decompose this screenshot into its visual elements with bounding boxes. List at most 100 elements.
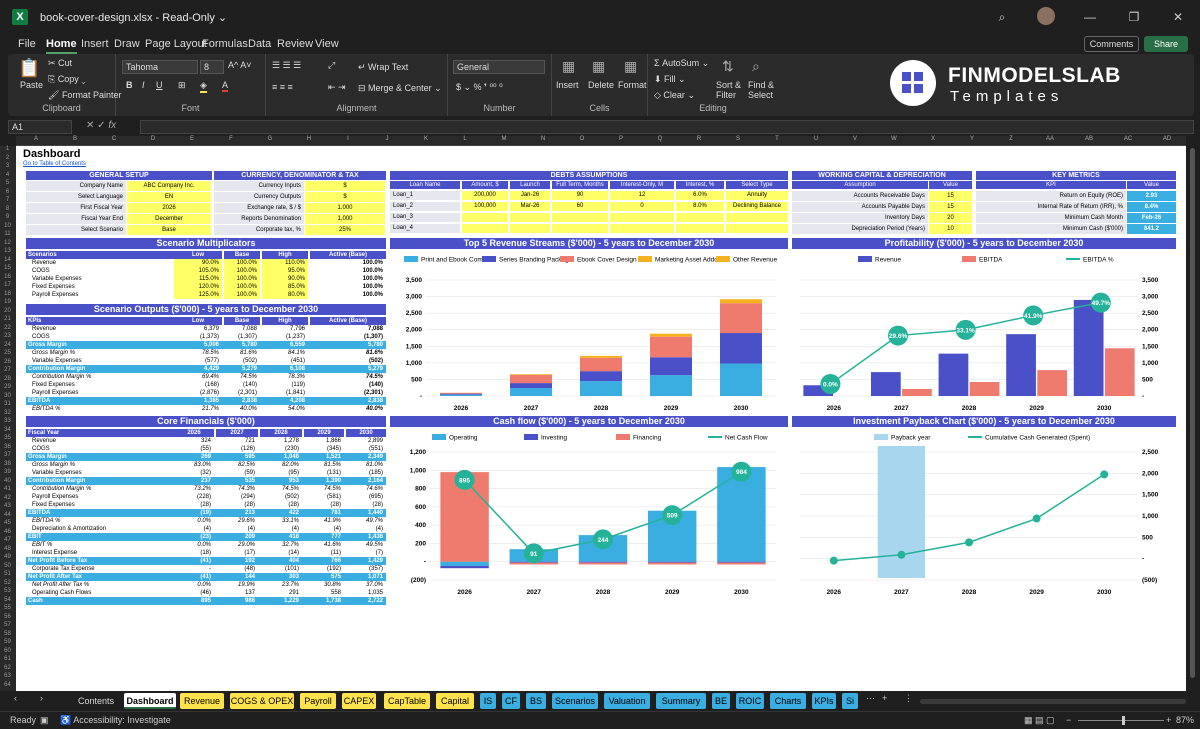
row-header[interactable]: 34 [0, 427, 15, 433]
insert-button[interactable]: Insert [556, 80, 579, 90]
setup-value[interactable]: EN [127, 192, 211, 202]
column-header[interactable]: V [845, 136, 865, 142]
document-title[interactable]: book-cover-design.xlsx - Read-Only ⌄ [40, 11, 227, 24]
comments-button[interactable]: Comments [1084, 36, 1139, 52]
indent-icon[interactable]: ⇤ ⇥ [328, 82, 346, 93]
grow-font-icon[interactable]: A^ A˅ [228, 60, 252, 70]
row-header[interactable]: 18 [0, 291, 15, 297]
column-header[interactable]: U [806, 136, 826, 142]
sheet-tab[interactable]: BE [712, 693, 730, 709]
debts-cell[interactable]: 6.0% [676, 191, 724, 200]
find-select-button[interactable]: Find & Select [748, 80, 778, 100]
row-header[interactable]: 50 [0, 563, 15, 569]
zoom-out-icon[interactable]: − [1066, 715, 1071, 725]
toc-link[interactable]: Go to Table of Contents [23, 161, 86, 167]
tab-file[interactable]: File [18, 38, 36, 50]
debts-cell[interactable] [462, 224, 508, 233]
column-header[interactable]: B [65, 136, 85, 142]
row-header[interactable]: 39 [0, 469, 15, 475]
row-header[interactable]: 14 [0, 257, 15, 263]
debts-cell[interactable] [552, 213, 608, 222]
font-name-select[interactable]: Tahoma [122, 60, 198, 74]
row-header[interactable]: 43 [0, 503, 15, 509]
row-header[interactable]: 38 [0, 461, 15, 467]
debts-cell[interactable] [552, 224, 608, 233]
row-header[interactable]: 58 [0, 631, 15, 637]
underline-icon[interactable]: U [156, 80, 163, 90]
row-header[interactable]: 53 [0, 588, 15, 594]
debts-cell[interactable] [726, 213, 788, 222]
row-header[interactable]: 29 [0, 384, 15, 390]
debts-cell[interactable]: Jan-26 [510, 191, 550, 200]
fill-button[interactable]: ⬇ Fill ⌄ [654, 74, 686, 85]
row-header[interactable]: 26 [0, 359, 15, 365]
tab-view[interactable]: View [315, 38, 339, 50]
search-icon[interactable]: ⌕ [980, 10, 1024, 25]
row-header[interactable]: 40 [0, 478, 15, 484]
sheet-tab[interactable]: Capital [436, 693, 474, 709]
column-header[interactable]: T [767, 136, 787, 142]
sheet-tab[interactable]: CAPEX [342, 693, 376, 709]
row-header[interactable]: 3 [0, 163, 15, 169]
tab-draw[interactable]: Draw [114, 38, 140, 50]
sheet-tab[interactable]: ROIC [736, 693, 764, 709]
wc-value[interactable]: 15 [929, 191, 972, 201]
column-header[interactable]: O [572, 136, 592, 142]
column-header[interactable]: X [923, 136, 943, 142]
tab-home[interactable]: Home [46, 38, 77, 54]
row-header[interactable]: 49 [0, 554, 15, 560]
row-header[interactable]: 60 [0, 648, 15, 654]
row-header[interactable]: 56 [0, 614, 15, 620]
column-header[interactable]: E [182, 136, 202, 142]
tab-page-layout[interactable]: Page Layout [145, 38, 207, 50]
fx-icon[interactable]: ✕ ✓ fx [86, 120, 116, 131]
account-avatar[interactable] [1024, 6, 1068, 28]
currency-icon[interactable]: $ ⌄ % ❜ ⁰⁰ ⁰ [456, 82, 503, 93]
tabs-menu-icon[interactable]: ⋮ [904, 693, 913, 704]
column-header[interactable]: R [689, 136, 709, 142]
column-header[interactable]: D [143, 136, 163, 142]
setup-value[interactable]: $ [305, 192, 385, 202]
debts-cell[interactable]: 60 [552, 202, 608, 211]
align-left-icon[interactable]: ≡ ≡ ≡ [272, 82, 293, 92]
setup-value[interactable]: December [127, 214, 211, 224]
debts-cell[interactable]: 200,000 [462, 191, 508, 200]
debts-cell[interactable]: 100,000 [462, 202, 508, 211]
row-header[interactable]: 61 [0, 656, 15, 662]
debts-cell[interactable]: Mar-26 [510, 202, 550, 211]
share-button[interactable]: Share [1144, 36, 1188, 52]
format-cells-icon[interactable]: ▦ [624, 58, 637, 75]
add-sheet-icon[interactable]: + [882, 693, 887, 703]
font-size-select[interactable]: 8 [200, 60, 224, 74]
sheet-tab[interactable]: Scenarios [552, 693, 598, 709]
format-painter-button[interactable]: 🖌 Format Painter [48, 90, 121, 101]
debts-cell[interactable]: 12 [610, 191, 674, 200]
debts-cell[interactable]: 8.0% [676, 202, 724, 211]
column-header[interactable]: H [299, 136, 319, 142]
column-header[interactable]: M [494, 136, 514, 142]
row-header[interactable]: 64 [0, 682, 15, 688]
row-header[interactable]: 15 [0, 265, 15, 271]
horizontal-scrollbar[interactable] [920, 699, 1186, 704]
align-top-icon[interactable]: ☰ ☰ ☰ [272, 60, 301, 71]
copy-button[interactable]: ⎘ Copy ⌄ [48, 74, 85, 85]
zoom-level[interactable]: 87% [1176, 715, 1194, 725]
row-header[interactable]: 22 [0, 325, 15, 331]
column-header[interactable]: N [533, 136, 553, 142]
normal-view-icon[interactable]: ▦ ▤ ▢ [1024, 715, 1055, 726]
tab-scroll-left-icon[interactable]: ‹ [14, 693, 17, 703]
debts-cell[interactable]: Loan_3 [390, 213, 460, 222]
row-header[interactable]: 31 [0, 401, 15, 407]
row-header[interactable]: 7 [0, 197, 15, 203]
sort-filter-button[interactable]: Sort & Filter [716, 80, 744, 100]
cut-button[interactable]: ✂ Cut [48, 58, 72, 69]
setup-value[interactable]: ABC Company Inc. [127, 181, 211, 191]
row-header[interactable]: 33 [0, 418, 15, 424]
column-header[interactable]: Q [650, 136, 670, 142]
row-header[interactable]: 1 [0, 146, 15, 152]
debts-cell[interactable]: 0 [610, 202, 674, 211]
row-header[interactable]: 52 [0, 580, 15, 586]
row-header[interactable]: 59 [0, 639, 15, 645]
row-header[interactable]: 17 [0, 282, 15, 288]
row-header[interactable]: 57 [0, 622, 15, 628]
